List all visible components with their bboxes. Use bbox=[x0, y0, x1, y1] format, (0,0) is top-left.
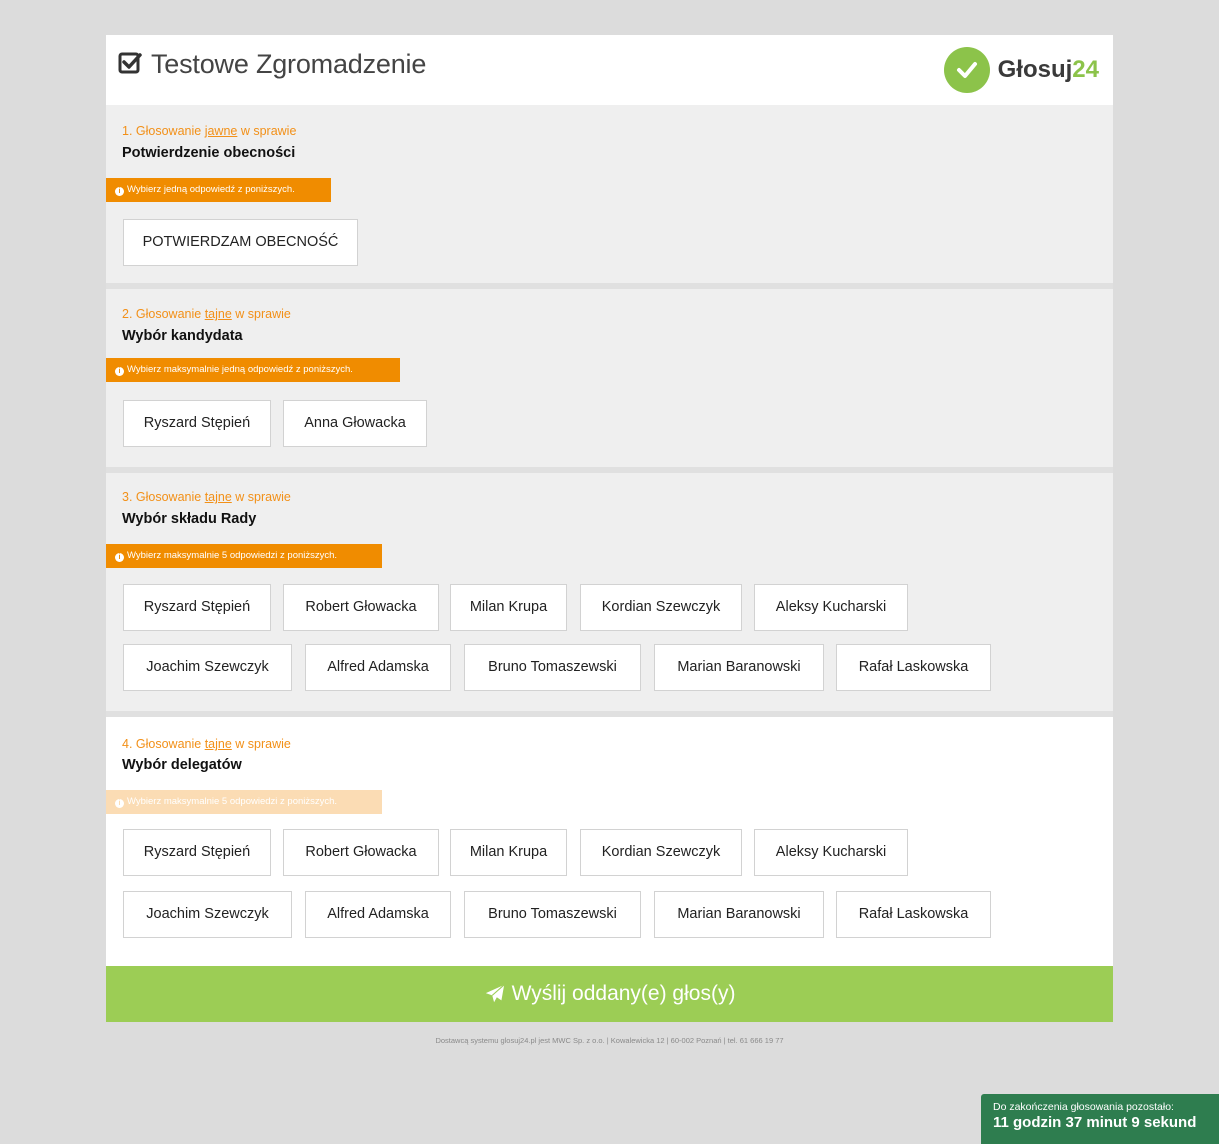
option-button[interactable]: Marian Baranowski bbox=[654, 644, 824, 691]
option-button[interactable]: Ryszard Stępień bbox=[123, 400, 271, 447]
checkbox-checked-icon bbox=[118, 52, 142, 74]
vote-label: 3. Głosowanie tajne w sprawie bbox=[122, 490, 291, 504]
page-title: Testowe Zgromadzenie bbox=[151, 49, 427, 79]
option-button[interactable]: Milan Krupa bbox=[450, 829, 567, 876]
header: Testowe Zgromadzenie Głosuj24 bbox=[106, 35, 1113, 105]
info-circle-icon: i bbox=[115, 367, 124, 376]
option-button[interactable]: Joachim Szewczyk bbox=[123, 891, 292, 938]
option-button[interactable]: Ryszard Stępień bbox=[123, 829, 271, 876]
vote-section-3: 3. Głosowanie tajne w sprawie Wybór skła… bbox=[106, 473, 1113, 711]
vote-label: 2. Głosowanie tajne w sprawie bbox=[122, 307, 291, 321]
option-button[interactable]: Alfred Adamska bbox=[305, 891, 451, 938]
option-button[interactable]: Ryszard Stępień bbox=[123, 584, 271, 631]
info-circle-icon: i bbox=[115, 799, 124, 808]
option-button[interactable]: Joachim Szewczyk bbox=[123, 644, 292, 691]
option-button[interactable]: Aleksy Kucharski bbox=[754, 584, 908, 631]
hint-banner: i Wybierz maksymalnie 5 odpowiedzi z poni… bbox=[106, 544, 382, 568]
option-button[interactable]: Bruno Tomaszewski bbox=[464, 644, 641, 691]
vote-title: Potwierdzenie obecności bbox=[122, 145, 296, 161]
footer-text: Dostawcą systemu glosuj24.pl jest MWC Sp… bbox=[435, 1036, 784, 1045]
logo-text: Głosuj24 bbox=[997, 56, 1099, 83]
option-button[interactable]: Rafał Laskowska bbox=[836, 891, 991, 938]
option-button[interactable]: Bruno Tomaszewski bbox=[464, 891, 641, 938]
vote-section-4: 4. Głosowanie tajne w sprawie Wybór dele… bbox=[106, 717, 1113, 966]
hint-banner: i Wybierz maksymalnie jedną odpowiedź z p… bbox=[106, 358, 400, 382]
timer-value: 11 godzin 37 minut 9 sekund bbox=[993, 1114, 1197, 1131]
option-button[interactable]: Kordian Szewczyk bbox=[580, 584, 742, 631]
option-button[interactable]: Robert Głowacka bbox=[283, 584, 439, 631]
vote-title: Wybór składu Rady bbox=[122, 511, 257, 527]
option-button[interactable]: Kordian Szewczyk bbox=[580, 829, 742, 876]
hint-banner: i Wybierz maksymalnie 5 odpowiedzi z poni… bbox=[106, 790, 382, 814]
option-button[interactable]: Alfred Adamska bbox=[305, 644, 451, 691]
vote-section-2: 2. Głosowanie tajne w sprawie Wybór kand… bbox=[106, 289, 1113, 467]
info-circle-icon: i bbox=[115, 187, 124, 196]
option-button[interactable]: Aleksy Kucharski bbox=[754, 829, 908, 876]
submit-label: Wyślij oddany(e) głos(y) bbox=[511, 982, 736, 1005]
check-circle-icon bbox=[943, 47, 990, 93]
countdown-timer: Do zakończenia głosowania pozostało: 11 … bbox=[981, 1094, 1219, 1144]
info-circle-icon: i bbox=[115, 553, 124, 562]
option-button[interactable]: POTWIERDZAM OBECNOŚĆ bbox=[123, 219, 358, 266]
vote-section-1: 1. Głosowanie jawne w sprawie Potwierdze… bbox=[106, 105, 1113, 283]
vote-label: 4. Głosowanie tajne w sprawie bbox=[122, 737, 291, 751]
vote-title: Wybór delegatów bbox=[122, 757, 242, 773]
logo: Głosuj24 bbox=[943, 47, 1099, 93]
vote-title: Wybór kandydata bbox=[122, 328, 243, 344]
timer-label: Do zakończenia głosowania pozostało: bbox=[993, 1101, 1174, 1113]
option-button[interactable]: Anna Głowacka bbox=[283, 400, 427, 447]
voting-card: Testowe Zgromadzenie Głosuj24 1. Głosowa… bbox=[106, 35, 1113, 1022]
vote-label: 1. Głosowanie jawne w sprawie bbox=[122, 124, 297, 138]
option-button[interactable]: Marian Baranowski bbox=[654, 891, 824, 938]
option-button[interactable]: Milan Krupa bbox=[450, 584, 567, 631]
hint-banner: i Wybierz jedną odpowiedź z poniższych. bbox=[106, 178, 331, 202]
submit-votes-button[interactable]: Wyślij oddany(e) głos(y) bbox=[106, 966, 1113, 1022]
option-button[interactable]: Robert Głowacka bbox=[283, 829, 439, 876]
paper-plane-icon bbox=[485, 984, 505, 1003]
option-button[interactable]: Rafał Laskowska bbox=[836, 644, 991, 691]
